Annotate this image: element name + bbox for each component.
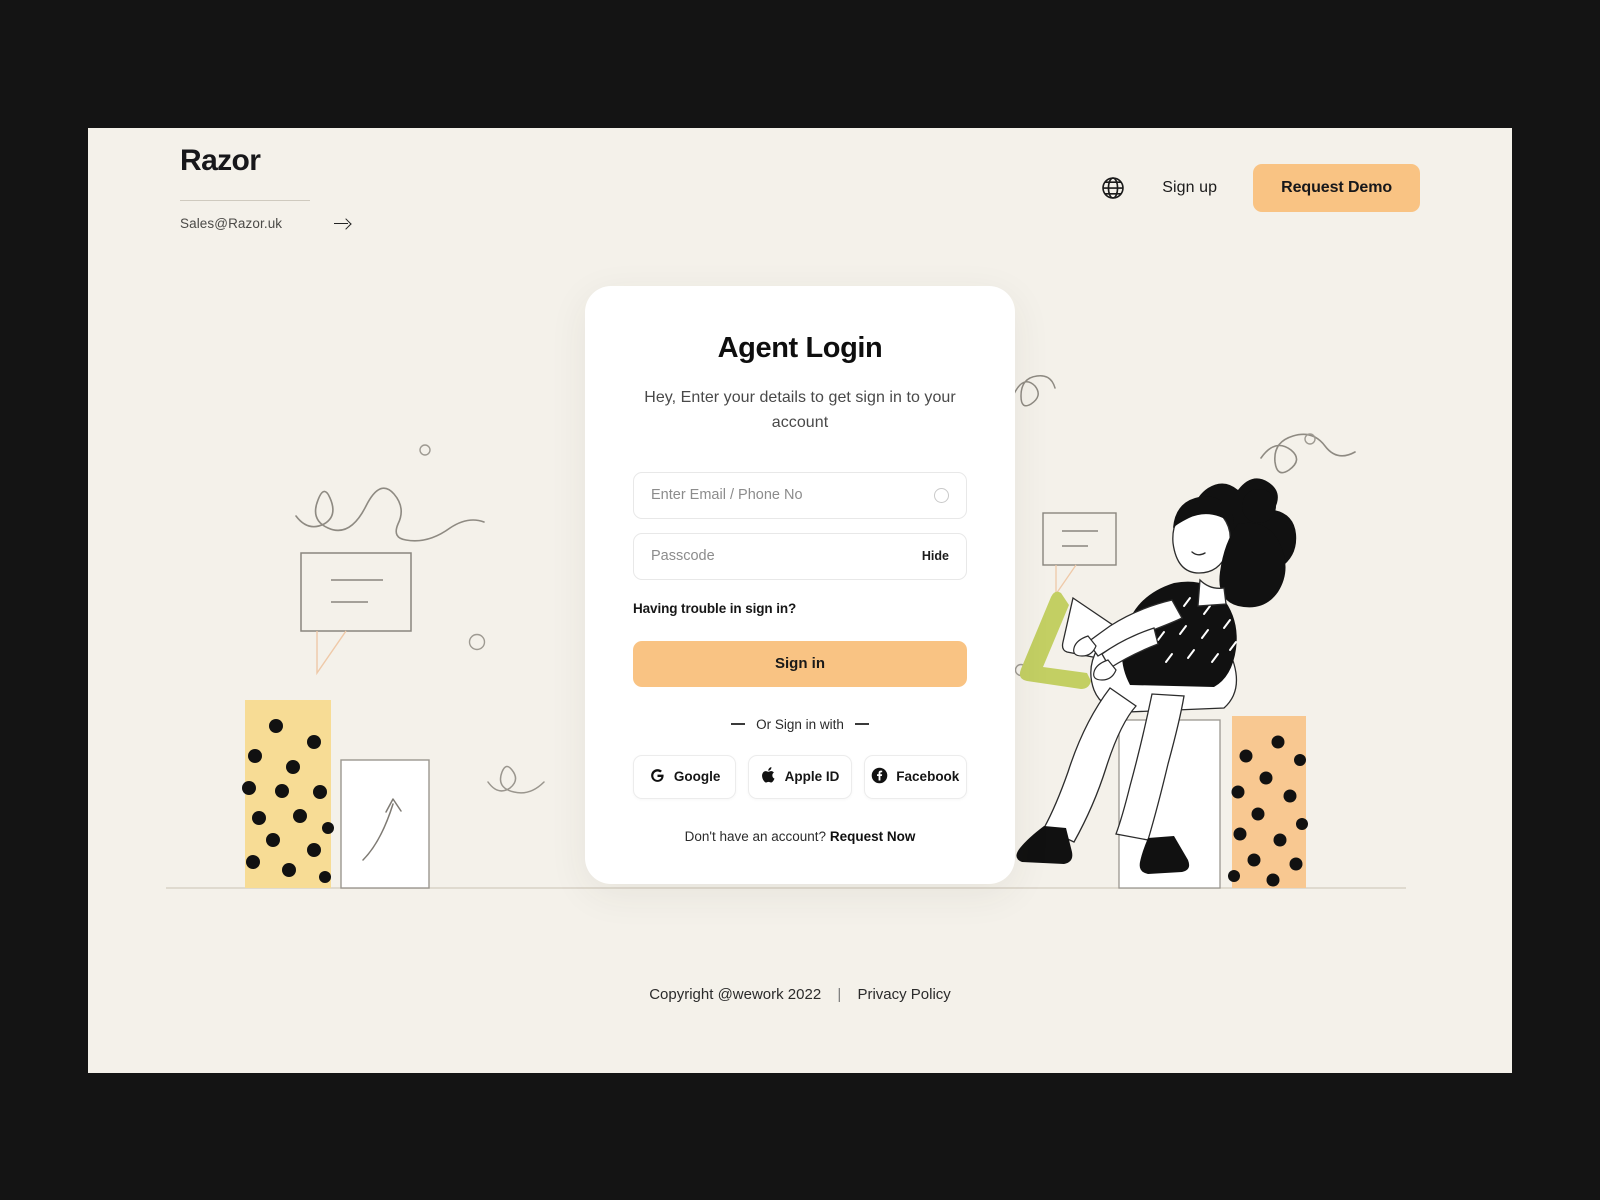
brand-block: Razor Sales@Razor.uk	[180, 144, 350, 231]
no-account-label: Don't have an account?	[684, 828, 827, 844]
contact-email-row[interactable]: Sales@Razor.uk	[180, 216, 350, 231]
globe-icon[interactable]	[1100, 175, 1126, 201]
footer-separator: |	[837, 985, 842, 1003]
arrow-right-icon	[334, 218, 350, 230]
request-account-row: Don't have an account? Request Now	[633, 829, 967, 844]
apple-icon	[761, 766, 777, 787]
divider-label: Or Sign in with	[756, 716, 844, 732]
contact-email-label: Sales@Razor.uk	[180, 216, 283, 231]
divider-dash-left	[731, 723, 746, 725]
request-now-link[interactable]: Request Now	[830, 829, 916, 844]
apple-sign-in-button[interactable]: Apple ID	[748, 754, 852, 799]
login-card: Agent Login Hey, Enter your details to g…	[585, 285, 1015, 884]
email-input[interactable]	[651, 487, 934, 504]
toggle-passcode-visibility-button[interactable]: Hide	[922, 549, 949, 563]
password-field-wrapper[interactable]: Hide	[633, 532, 967, 580]
login-page: Razor Sales@Razor.uk Sign up Request Dem…	[88, 127, 1512, 1073]
request-demo-button[interactable]: Request Demo	[1253, 163, 1420, 212]
facebook-icon	[871, 767, 888, 787]
apple-label: Apple ID	[784, 769, 840, 785]
page-footer: Copyright @wework 2022 | Privacy Policy	[88, 986, 1512, 1003]
sign-up-link[interactable]: Sign up	[1162, 179, 1217, 197]
google-icon	[649, 767, 666, 787]
divider-dash-right	[854, 723, 869, 725]
facebook-sign-in-button[interactable]: Facebook	[863, 754, 967, 799]
social-buttons-row: Google Apple ID Facebook	[633, 754, 967, 799]
page-title: Agent Login	[717, 331, 883, 364]
email-field-wrapper[interactable]	[633, 471, 967, 519]
privacy-policy-link[interactable]: Privacy Policy	[857, 986, 950, 1003]
facebook-label: Facebook	[896, 769, 960, 785]
having-trouble-link[interactable]: Having trouble in sign in?	[633, 601, 967, 616]
google-sign-in-button[interactable]: Google	[633, 754, 737, 799]
google-label: Google	[673, 769, 721, 785]
social-divider: Or Sign in with	[633, 717, 967, 732]
credentials-fields: Hide	[633, 471, 967, 580]
page-header: Razor Sales@Razor.uk Sign up Request Dem…	[88, 128, 1512, 248]
card-subtitle: Hey, Enter your details to get sign in t…	[644, 388, 956, 432]
copyright-label: Copyright @wework 2022	[649, 985, 822, 1003]
logo[interactable]: Razor	[180, 144, 350, 178]
circle-icon	[934, 487, 949, 503]
sign-in-button[interactable]: Sign in	[633, 640, 967, 687]
header-actions: Sign up Request Demo	[1100, 163, 1420, 212]
brand-divider	[180, 200, 310, 201]
passcode-input[interactable]	[651, 548, 922, 565]
